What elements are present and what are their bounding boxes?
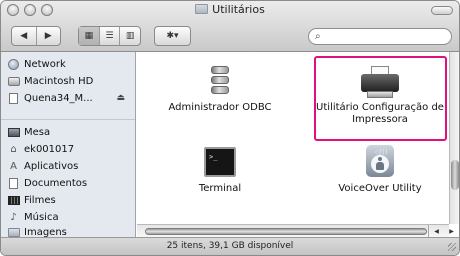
sidebar-item-label: Network: [24, 58, 66, 70]
sidebar-item-label: Música: [24, 211, 59, 223]
sidebar-item-documentos[interactable]: Documentos: [7, 175, 87, 191]
sidebar-item-quena34[interactable]: Quena34_M... ⏏: [7, 90, 131, 106]
columns-icon: ▥: [125, 31, 135, 41]
sidebar-item-label: Aplicativos: [24, 160, 79, 172]
window-title: Utilitários: [1, 3, 459, 16]
file-item-printer-setup[interactable]: Utilitário Configuração de Impressora: [315, 64, 445, 126]
hard-disk-icon: [7, 76, 20, 86]
grid-icon: ▦: [84, 31, 94, 41]
music-icon: ♪: [10, 211, 17, 223]
sidebar-item-label: Imagens: [24, 226, 67, 238]
printer-icon: [361, 66, 399, 100]
sidebar-item-label: Quena34_M...: [24, 92, 93, 104]
status-text: 25 itens, 39,1 GB disponível: [166, 241, 294, 251]
globe-icon: [8, 58, 19, 70]
document-icon: [9, 177, 18, 189]
scroll-left-icon[interactable]: ◀: [429, 225, 444, 237]
file-label: Terminal: [198, 183, 242, 194]
icon-view-button[interactable]: ▦: [79, 27, 100, 45]
terminal-icon: >_: [204, 147, 236, 177]
search-icon: ⌕: [315, 31, 321, 42]
sidebar-item-home[interactable]: ⌂ ek001017: [7, 141, 74, 157]
list-view-button[interactable]: ☰: [100, 27, 121, 45]
sidebar-item-label: Documentos: [24, 177, 88, 189]
sidebar-item-aplicativos[interactable]: A Aplicativos: [7, 158, 78, 174]
search-input[interactable]: [327, 30, 446, 45]
home-icon: ⌂: [10, 143, 17, 155]
file-label: Administrador ODBC: [168, 102, 272, 113]
file-label-line2: Impressora: [352, 114, 408, 125]
resize-grip-icon[interactable]: [448, 243, 456, 251]
sidebar: Network Macintosh HD Quena34_M... ⏏ Mesa…: [1, 52, 136, 239]
search-field[interactable]: ⌕: [308, 28, 452, 45]
sidebar-item-label: Filmes: [24, 194, 56, 206]
voiceover-icon: ◁))): [366, 145, 394, 177]
list-icon: ☰: [105, 31, 114, 41]
toolbar-toggle-button[interactable]: [431, 6, 453, 15]
film-icon: [7, 195, 20, 205]
horizontal-scroll-thumb[interactable]: [145, 228, 427, 235]
window-toolbar: Utilitários ◀ ▶ ▦ ☰ ▥ ✱▾ ⌕: [1, 1, 459, 52]
status-bar: 25 itens, 39,1 GB disponível: [1, 237, 459, 255]
sidebar-item-mesa[interactable]: Mesa: [7, 124, 50, 140]
desktop-icon: [7, 127, 20, 137]
vertical-scroll-thumb[interactable]: [451, 160, 459, 190]
navigation-buttons: ◀ ▶: [11, 26, 61, 46]
file-browser-content: Administrador ODBC Utilitário Configuraç…: [137, 52, 449, 224]
column-view-button[interactable]: ▥: [120, 27, 140, 45]
pictures-icon: [7, 227, 20, 237]
sidebar-item-label: ek001017: [24, 143, 75, 155]
folder-icon: [195, 4, 209, 14]
sidebar-divider: [1, 119, 135, 120]
sidebar-item-network[interactable]: Network: [7, 56, 66, 72]
back-button[interactable]: ◀: [12, 27, 37, 45]
forward-button[interactable]: ▶: [37, 27, 61, 45]
applications-icon: A: [10, 160, 17, 172]
file-item-odbc[interactable]: Administrador ODBC: [165, 64, 275, 114]
sidebar-item-label: Macintosh HD: [24, 75, 94, 87]
file-label: VoiceOver Utility: [338, 183, 422, 194]
eject-icon[interactable]: ⏏: [116, 93, 125, 103]
scroll-arrows: ◀ ▶: [428, 225, 459, 237]
sidebar-item-macintosh-hd[interactable]: Macintosh HD: [7, 73, 93, 89]
file-label: Utilitário Configuração de: [316, 102, 444, 113]
vertical-scrollbar[interactable]: [449, 52, 459, 224]
scroll-right-icon[interactable]: ▶: [444, 225, 459, 237]
sidebar-item-musica[interactable]: ♪ Música: [7, 209, 59, 225]
gear-icon: ✱▾: [166, 31, 179, 41]
sidebar-item-filmes[interactable]: Filmes: [7, 192, 56, 208]
view-mode-buttons: ▦ ☰ ▥: [78, 26, 141, 46]
horizontal-scrollbar[interactable]: ◀ ▶: [137, 224, 454, 237]
file-item-terminal[interactable]: >_ Terminal: [185, 145, 255, 195]
document-icon: [9, 92, 18, 104]
odbc-icon: [211, 66, 229, 100]
forward-arrow-icon: ▶: [44, 31, 52, 41]
finder-window: Utilitários ◀ ▶ ▦ ☰ ▥ ✱▾ ⌕ Network Macin…: [0, 0, 460, 256]
action-menu-button[interactable]: ✱▾: [154, 26, 191, 46]
back-arrow-icon: ◀: [20, 31, 28, 41]
sidebar-item-label: Mesa: [24, 126, 51, 138]
file-item-voiceover[interactable]: ◁))) VoiceOver Utility: [330, 145, 430, 195]
